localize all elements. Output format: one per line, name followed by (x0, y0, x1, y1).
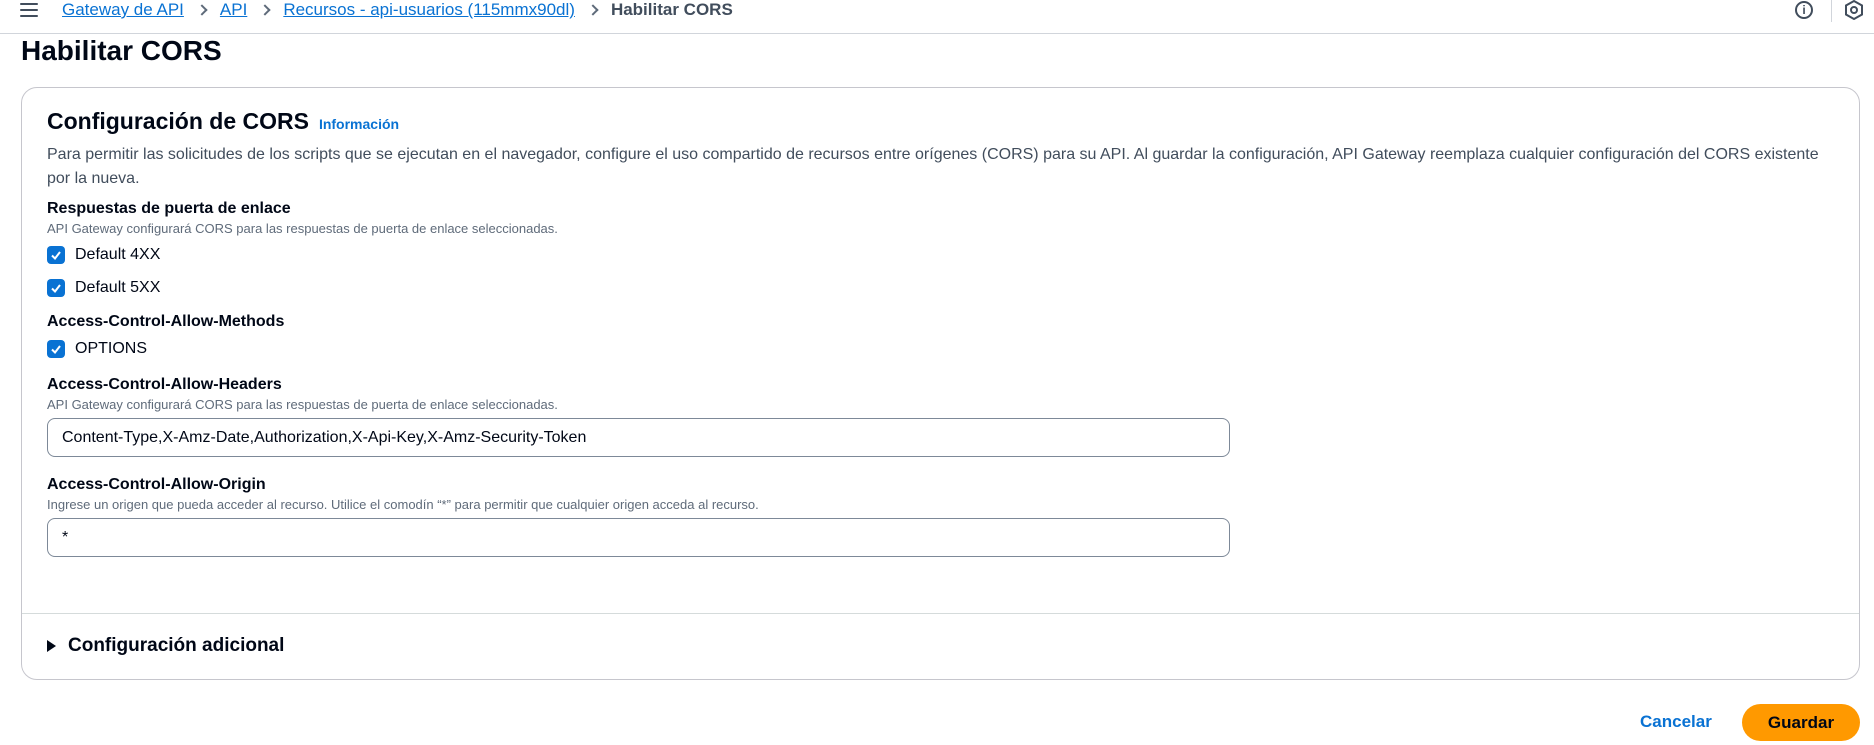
gateway-responses-field: Respuestas de puerta de enlace API Gatew… (47, 200, 1837, 304)
cors-configuration-content: Configuración de CORS Información Para p… (47, 108, 1837, 557)
gateway-responses-label: Respuestas de puerta de enlace (47, 200, 291, 217)
chevron-right-icon (196, 4, 208, 16)
top-right-icons: i (1795, 0, 1874, 22)
menu-icon[interactable] (20, 3, 38, 17)
breadcrumb-current: Habilitar CORS (610, 0, 733, 19)
allow-origin-input[interactable]: * (47, 518, 1230, 557)
section-title: Configuración de CORS (47, 108, 309, 134)
allow-origin-field: Access-Control-Allow-Origin Ingrese un o… (47, 476, 1837, 557)
info-link[interactable]: Información (319, 116, 399, 132)
allow-headers-label: Access-Control-Allow-Headers (47, 376, 282, 393)
allow-origin-hint: Ingrese un origen que pueda acceder al r… (47, 497, 759, 512)
checkbox-default-4xx[interactable]: Default 4XX (47, 238, 1837, 271)
allow-methods-field: Access-Control-Allow-Methods OPTIONS (47, 313, 1837, 365)
checkbox-label: OPTIONS (75, 339, 148, 357)
checkbox-label: Default 5XX (75, 278, 161, 296)
caret-right-icon (47, 640, 56, 652)
allow-methods-label: Access-Control-Allow-Methods (47, 313, 285, 330)
checkbox-checked-icon[interactable] (47, 339, 65, 358)
allow-headers-hint: API Gateway configurará CORS para las re… (47, 397, 558, 412)
checkbox-options[interactable]: OPTIONS (47, 332, 1837, 365)
top-navigation-bar: Gateway de API API Recursos - api-usuari… (0, 0, 1874, 34)
chevron-right-icon (587, 4, 599, 16)
divider (1831, 0, 1832, 22)
save-button[interactable]: Guardar (1742, 704, 1860, 741)
breadcrumb-gateway-api[interactable]: Gateway de API (62, 0, 184, 20)
breadcrumb: Gateway de API API Recursos - api-usuari… (62, 0, 733, 20)
gateway-responses-hint: API Gateway configurará CORS para las re… (47, 221, 558, 236)
checkbox-checked-icon[interactable] (47, 245, 65, 264)
allow-headers-input[interactable]: Content-Type,X-Amz-Date,Authorization,X-… (47, 418, 1230, 457)
cors-configuration-panel: Configuración de CORS Información Para p… (21, 87, 1860, 680)
additional-settings-expander[interactable]: Configuración adicional (47, 635, 284, 657)
checkbox-checked-icon[interactable] (47, 278, 65, 297)
checkbox-label: Default 4XX (75, 245, 161, 263)
info-icon[interactable]: i (1795, 1, 1813, 19)
chevron-right-icon (259, 4, 271, 16)
additional-settings-label: Configuración adicional (68, 635, 285, 656)
divider (22, 613, 1859, 614)
page-title: Habilitar CORS (21, 35, 222, 66)
breadcrumb-api[interactable]: API (220, 0, 247, 20)
allow-origin-label: Access-Control-Allow-Origin (47, 476, 266, 493)
section-header: Configuración de CORS Información (47, 108, 1837, 135)
breadcrumb-resources[interactable]: Recursos - api-usuarios (115mmx90dl) (283, 0, 575, 20)
allow-headers-field: Access-Control-Allow-Headers API Gateway… (47, 376, 1837, 457)
cloudshell-hex-icon[interactable] (1844, 0, 1864, 20)
checkbox-default-5xx[interactable]: Default 5XX (47, 271, 1837, 304)
cancel-button[interactable]: Cancelar (1630, 703, 1722, 741)
section-description: Para permitir las solicitudes de los scr… (47, 146, 1819, 187)
